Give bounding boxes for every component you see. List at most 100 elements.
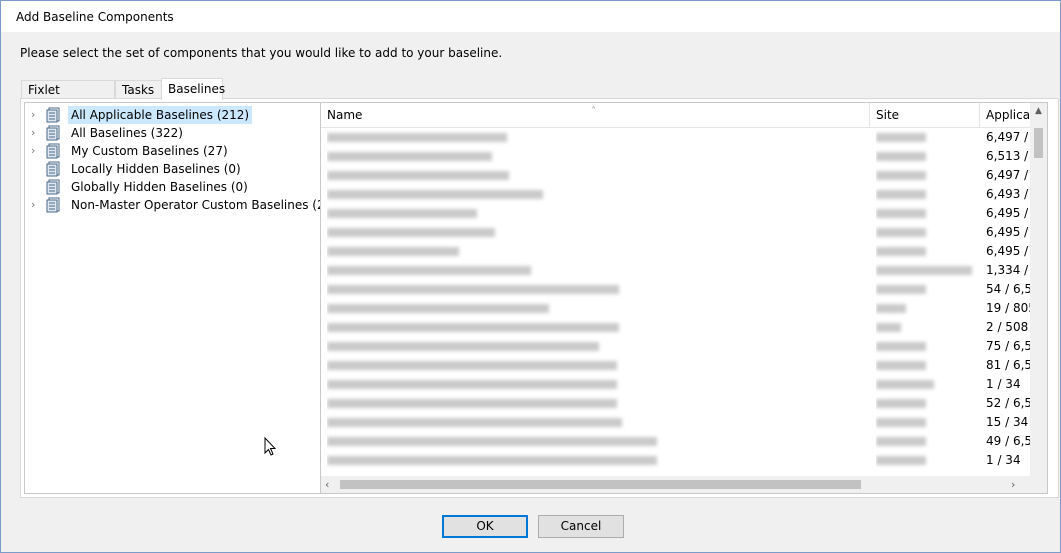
applicable-cell: 6,495 / [986, 225, 1029, 239]
table-row[interactable]: 15 / 34 [321, 413, 1030, 432]
applicable-cell: 54 / 6,5 [986, 282, 1030, 296]
applicable-cell: 81 / 6,5 [986, 358, 1030, 372]
site-cell [876, 299, 976, 318]
name-cell [327, 223, 867, 242]
table-row[interactable]: 2 / 508 [321, 318, 1030, 337]
site-cell [876, 356, 976, 375]
site-cell [876, 261, 976, 280]
applicable-cell: 6,497 / [986, 168, 1029, 182]
name-cell [327, 413, 867, 432]
instruction-text: Please select the set of components that… [20, 46, 503, 60]
table-row[interactable]: 1 / 34 [321, 375, 1030, 394]
site-cell [876, 280, 976, 299]
applicable-cell: 52 / 6,5 [986, 396, 1030, 410]
column-header-applicable[interactable]: Applica [980, 103, 1030, 127]
baseline-icon [46, 179, 62, 195]
name-cell [327, 337, 867, 356]
table-row[interactable]: 1 / 34 [321, 451, 1030, 470]
mouse-cursor-icon [264, 437, 276, 456]
table-row[interactable]: 6,495 / [321, 242, 1030, 261]
chevron-right-icon[interactable]: › [31, 142, 41, 160]
table-row[interactable]: 6,495 / [321, 223, 1030, 242]
horizontal-scrollbar[interactable]: ‹ › [321, 476, 1030, 493]
baseline-tree[interactable]: › All Applicable Baselines (212) › All Base… [24, 102, 321, 494]
dialog-body: Please select the set of components that… [1, 32, 1060, 552]
name-cell [327, 147, 867, 166]
table-row[interactable]: 6,493 / [321, 185, 1030, 204]
table-row[interactable]: 6,495 / [321, 204, 1030, 223]
site-cell [876, 375, 976, 394]
name-cell [327, 185, 867, 204]
tab-panel: › All Applicable Baselines (212) › All Base… [20, 98, 1059, 498]
scroll-left-icon[interactable]: ‹ [325, 476, 335, 493]
site-cell [876, 318, 976, 337]
cancel-button[interactable]: Cancel [538, 515, 624, 538]
table-row[interactable]: 52 / 6,5 [321, 394, 1030, 413]
table-row[interactable]: 6,513 / [321, 147, 1030, 166]
title-bar[interactable]: Add Baseline Components [1, 1, 1060, 32]
applicable-cell: 75 / 6,5 [986, 339, 1030, 353]
applicable-cell: 6,495 / [986, 244, 1029, 258]
applicable-cell: 1 / 34 [986, 377, 1021, 391]
tree-item-label: Globally Hidden Baselines (0) [71, 180, 248, 194]
applicable-cell: 15 / 34 [986, 415, 1029, 429]
baseline-list[interactable]: Name ˄ Site Applica 6,497 / 6,513 / 6,497 … [320, 102, 1048, 494]
name-cell [327, 261, 867, 280]
chevron-right-icon[interactable]: › [31, 196, 41, 214]
tree-item-label: All Applicable Baselines (212) [68, 106, 253, 124]
column-header-site[interactable]: Site [870, 103, 980, 127]
site-cell [876, 242, 976, 261]
name-cell [327, 318, 867, 337]
site-cell [876, 185, 976, 204]
site-cell [876, 128, 976, 147]
tab-baselines[interactable]: Baselines [161, 78, 225, 100]
site-cell [876, 394, 976, 413]
table-row[interactable]: 54 / 6,5 [321, 280, 1030, 299]
applicable-cell: 6,513 / [986, 149, 1029, 163]
chevron-right-icon[interactable]: › [31, 124, 41, 142]
window-title: Add Baseline Components [16, 10, 174, 24]
horizontal-scroll-thumb[interactable] [340, 480, 861, 489]
table-row[interactable]: 19 / 805 [321, 299, 1030, 318]
column-header-name[interactable]: Name ˄ [321, 103, 870, 127]
baseline-icon [46, 161, 62, 177]
vertical-scrollbar[interactable]: ▲ [1030, 103, 1047, 476]
tree-item-label: All Baselines (322) [71, 126, 183, 140]
tree-item-label: Non-Master Operator Custom Baselines (20… [71, 198, 321, 212]
applicable-cell: 6,493 / [986, 187, 1029, 201]
dialog-window: Add Baseline Components Please select th… [0, 0, 1061, 553]
site-cell [876, 413, 976, 432]
tree-item-label: Locally Hidden Baselines (0) [71, 162, 241, 176]
name-cell [327, 451, 867, 470]
tab-tasks[interactable]: Tasks [115, 80, 162, 98]
scroll-up-icon[interactable]: ▲ [1034, 103, 1043, 120]
chevron-right-icon[interactable]: › [31, 106, 41, 124]
baseline-icon [46, 125, 62, 141]
table-row[interactable]: 81 / 6,5 [321, 356, 1030, 375]
site-cell [876, 451, 976, 470]
name-cell [327, 242, 867, 261]
name-cell [327, 394, 867, 413]
list-header: Name ˄ Site Applica [321, 103, 1030, 128]
site-cell [876, 204, 976, 223]
name-cell [327, 356, 867, 375]
table-row[interactable]: 75 / 6,5 [321, 337, 1030, 356]
site-cell [876, 337, 976, 356]
table-row[interactable]: 1,334 / [321, 261, 1030, 280]
scroll-right-icon[interactable]: › [1011, 476, 1021, 493]
baseline-icon [46, 107, 62, 123]
applicable-cell: 1 / 34 [986, 453, 1021, 467]
site-cell [876, 432, 976, 451]
table-row[interactable]: 6,497 / [321, 166, 1030, 185]
tab-fixlet-messages[interactable]: Fixlet Messages [21, 80, 115, 115]
name-cell [327, 128, 867, 147]
name-cell [327, 280, 867, 299]
vertical-scroll-thumb[interactable] [1034, 128, 1043, 158]
table-row[interactable]: 6,497 / [321, 128, 1030, 147]
sort-ascending-icon: ˄ [591, 106, 596, 117]
applicable-cell: 2 / 508 [986, 320, 1029, 334]
name-cell [327, 299, 867, 318]
table-row[interactable]: 49 / 6,5 [321, 432, 1030, 451]
ok-button[interactable]: OK [442, 515, 528, 538]
applicable-cell: 6,495 / [986, 206, 1029, 220]
